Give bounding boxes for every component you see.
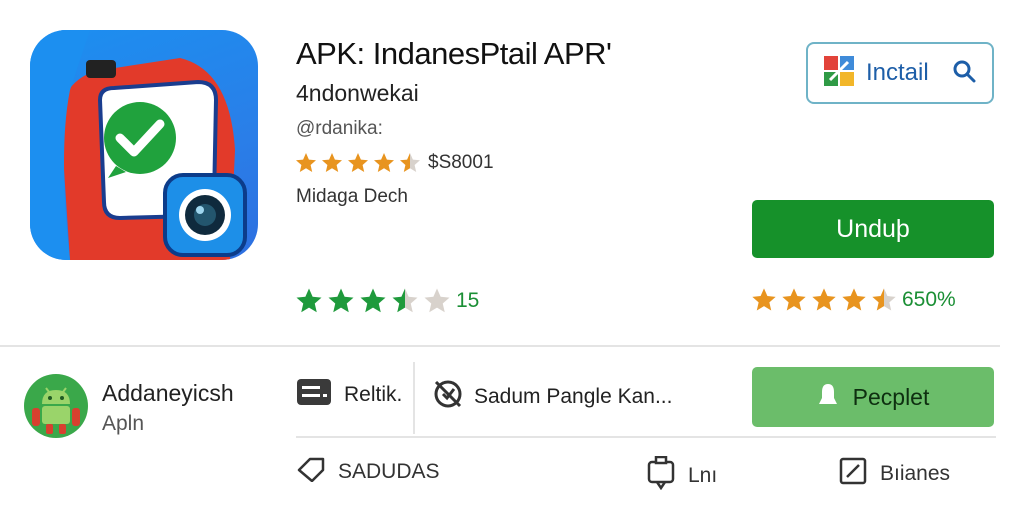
install-label: Inctail <box>866 59 929 86</box>
section-divider <box>0 345 1000 347</box>
app-category[interactable]: Midaga Dech <box>296 186 408 208</box>
meta-reitk[interactable]: Reltik. <box>296 378 402 412</box>
download-button[interactable]: Unduþ <box>752 200 994 258</box>
app-icon <box>30 30 258 260</box>
rating-stars <box>294 151 422 175</box>
developer-name[interactable]: @rdanika: <box>296 118 383 140</box>
install-button[interactable]: Inctail <box>806 42 994 104</box>
star-icon <box>374 153 394 172</box>
orange-rating: 650% <box>750 286 956 314</box>
star-icon <box>752 288 776 311</box>
star-icon <box>328 288 354 313</box>
actions-divider <box>296 436 996 438</box>
star-icon <box>296 153 316 172</box>
app-rating: $S8001 <box>294 150 494 176</box>
meta-sadum[interactable]: Sadum Pangle Kan... <box>432 378 672 416</box>
orange-rating-stars <box>750 286 898 314</box>
meta-divider <box>413 362 415 434</box>
tag-icon <box>296 456 326 488</box>
person-icon <box>817 382 839 412</box>
star-icon <box>322 153 342 172</box>
edit-icon <box>838 456 868 492</box>
green-rating-stars <box>294 286 452 316</box>
action-label: Bıianes <box>880 462 951 485</box>
meta-reitk-label: Reltik. <box>344 383 403 406</box>
action-bianes[interactable]: Bıianes <box>838 456 950 492</box>
green-rating: 15 <box>294 286 479 316</box>
star-icon <box>782 288 806 311</box>
peoplet-button[interactable]: Pecplet <box>752 367 994 427</box>
comment-icon <box>646 455 676 496</box>
star-icon <box>424 288 450 313</box>
download-label: Unduþ <box>836 214 910 243</box>
search-icon[interactable] <box>952 59 976 88</box>
related-app-subtitle: Apln <box>102 412 145 435</box>
star-icon <box>400 153 420 172</box>
star-icon <box>392 288 418 313</box>
app-title: APK: IndanesPtail APR' <box>296 36 612 71</box>
peoplet-label: Pecplet <box>852 383 930 410</box>
related-app-title[interactable]: Addaneyicsh <box>102 380 234 407</box>
action-label: SADUDAS <box>338 460 440 483</box>
green-rating-value: 15 <box>456 289 480 312</box>
rating-text: $S8001 <box>428 152 494 173</box>
phone-camera-icon <box>30 30 247 260</box>
star-icon <box>872 288 896 311</box>
orange-rating-value: 650% <box>902 288 956 311</box>
meta-sadum-label: Sadum Pangle Kan... <box>474 385 673 408</box>
star-icon <box>296 288 322 313</box>
action-lni[interactable]: Lnı <box>646 455 718 496</box>
star-icon <box>348 153 368 172</box>
action-label: Lnı <box>688 464 718 487</box>
app-subtitle: 4ndonwekai <box>296 80 419 106</box>
star-icon <box>842 288 866 311</box>
store-logo-icon <box>822 54 856 93</box>
action-sadudas[interactable]: SADUDAS <box>296 456 440 488</box>
list-icon <box>296 378 332 412</box>
star-icon <box>812 288 836 311</box>
android-icon[interactable] <box>24 374 88 438</box>
no-ads-icon <box>432 378 464 416</box>
star-icon <box>360 288 386 313</box>
